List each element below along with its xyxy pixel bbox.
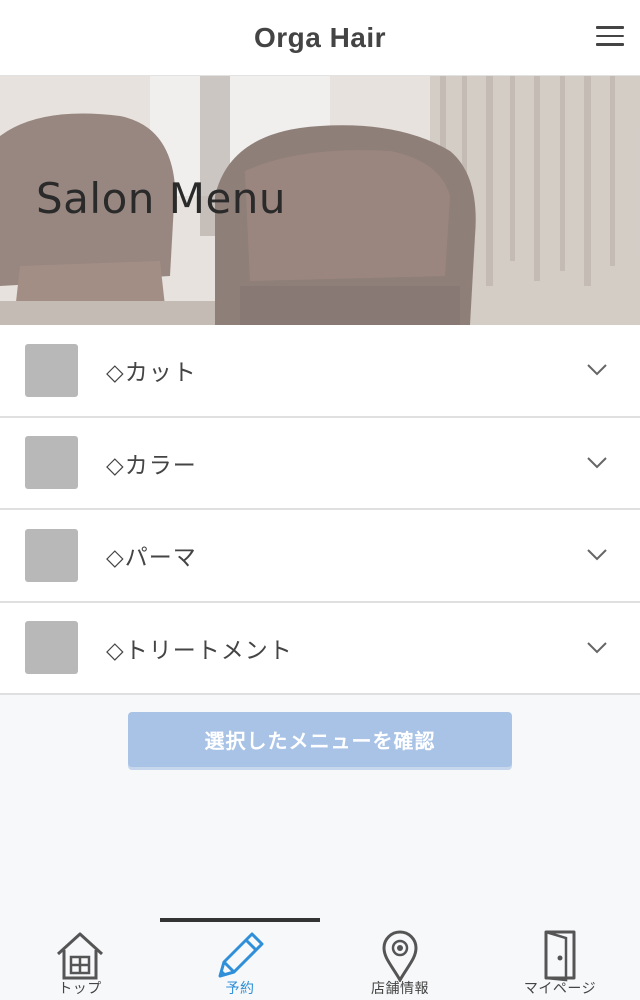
- page-title: Salon Menu: [36, 174, 287, 223]
- map-pin-icon: [382, 930, 418, 982]
- tab-store-info[interactable]: 店舗情報: [320, 918, 480, 1000]
- chevron-down-icon[interactable]: [586, 456, 608, 470]
- checkbox[interactable]: [25, 436, 78, 490]
- chevron-down-icon[interactable]: [586, 641, 608, 655]
- chevron-down-icon[interactable]: [586, 363, 608, 377]
- tab-label: マイページ: [523, 981, 597, 997]
- bottom-tab-bar: トップ 予約 店舗情報 マイページ: [0, 918, 640, 1000]
- checkbox[interactable]: [25, 528, 78, 582]
- home-icon: [56, 932, 104, 980]
- chevron-down-icon[interactable]: [586, 548, 608, 562]
- menu-item-label: ◇カラー: [106, 452, 197, 479]
- tab-mypage[interactable]: マイページ: [480, 918, 640, 1000]
- tab-label: 店舗情報: [371, 981, 429, 997]
- tab-label: トップ: [58, 981, 102, 997]
- menu-item-cut[interactable]: ◇カット: [0, 325, 640, 418]
- menu-item-perm[interactable]: ◇パーマ: [0, 510, 640, 603]
- menu-item-color[interactable]: ◇カラー: [0, 417, 640, 510]
- confirm-selection-button[interactable]: 選択したメニューを確認: [128, 712, 512, 767]
- menu-item-label: ◇カット: [106, 360, 197, 387]
- app-title: Orga Hair: [253, 21, 387, 53]
- menu-list: ◇カット ◇カラー ◇パーマ ◇トリートメント: [0, 325, 640, 695]
- app-header: Orga Hair: [0, 0, 640, 76]
- menu-item-label: ◇パーマ: [106, 545, 197, 572]
- pencil-icon: [218, 932, 264, 978]
- tab-reservation[interactable]: 予約: [160, 918, 320, 1000]
- hamburger-icon[interactable]: [596, 22, 624, 50]
- hero-banner: Salon Menu: [0, 76, 640, 325]
- checkbox[interactable]: [25, 343, 78, 397]
- door-icon: [544, 930, 576, 982]
- tab-label: 予約: [225, 981, 255, 997]
- checkbox[interactable]: [25, 621, 78, 675]
- menu-item-treatment[interactable]: ◇トリートメント: [0, 602, 640, 695]
- menu-item-label: ◇トリートメント: [106, 637, 293, 664]
- tab-top[interactable]: トップ: [0, 918, 160, 1000]
